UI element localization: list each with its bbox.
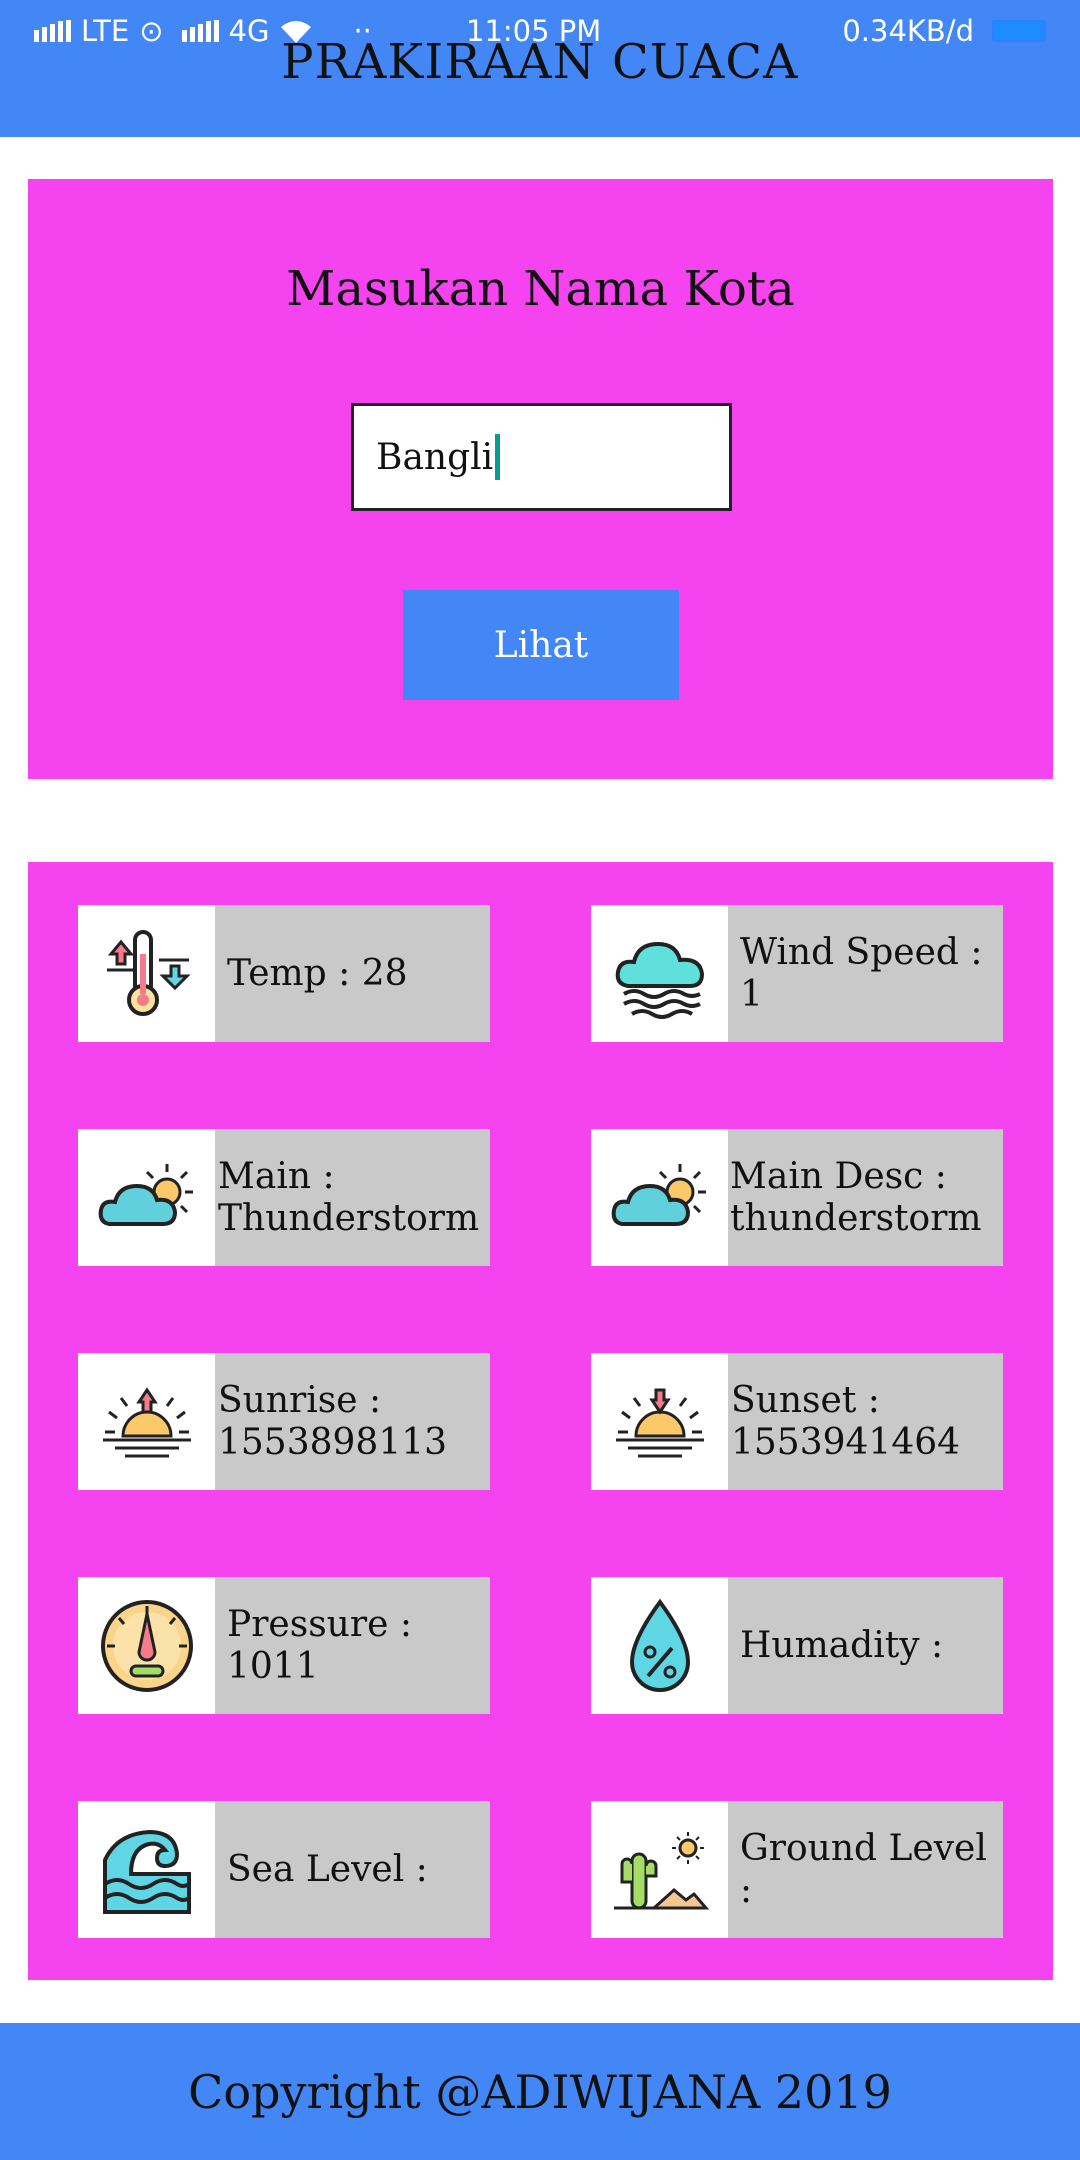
city-input-value: Bangli: [376, 436, 494, 478]
sunrise-label: Sunrise : 1553898113: [218, 1380, 448, 1463]
partly-cloudy-icon: [611, 1163, 706, 1226]
pressure-card: Pressure : 1011: [78, 1577, 490, 1714]
app-header: LTE ⊙ 4G ·· 11:05 PM 0.34KB/d PRAKIRAAN …: [0, 0, 1080, 137]
text-caret: [495, 434, 501, 480]
gauge-icon: [100, 1599, 193, 1692]
results-panel: Temp : 28 Wind Speed : 1 Main: Thunders…: [28, 862, 1053, 1980]
search-panel: Masukan Nama Kota Bangli Lihat: [28, 179, 1053, 779]
sunrise-icon: [102, 1386, 191, 1457]
humidity-label: Humadity :: [740, 1624, 944, 1666]
wind-card: Wind Speed : 1: [591, 905, 1003, 1042]
main-card: Main : Thunderstorm: [78, 1129, 490, 1266]
city-input[interactable]: Bangli: [351, 403, 732, 511]
sunset-icon: [615, 1388, 704, 1457]
wind-label: Wind Speed : 1: [740, 932, 983, 1015]
temp-label: Temp : 28: [227, 952, 408, 994]
pressure-label: Pressure : 1011: [227, 1604, 412, 1687]
footer: Copyright @ADIWIJANA 2019: [0, 2023, 1080, 2160]
sunrise-card: Sunrise : 1553898113: [78, 1353, 490, 1490]
sunset-label: Sunset : 1553941464: [731, 1380, 961, 1463]
main-desc-label: Main Desc : thunderstorm: [730, 1156, 982, 1239]
temp-card: Temp : 28: [78, 905, 490, 1042]
wind-cloud-icon: [615, 941, 704, 1019]
ground-level-label: Ground Level :: [740, 1828, 987, 1911]
sunset-card: Sunset : 1553941464: [591, 1353, 1003, 1490]
sea-level-card: Sea Level :: [78, 1801, 490, 1938]
desert-cactus-icon: [613, 1831, 709, 1909]
sea-level-label: Sea Level :: [227, 1848, 428, 1890]
main-label: Main : Thunderstorm: [218, 1156, 480, 1239]
partly-cloudy-icon: [98, 1163, 193, 1226]
thermometer-icon: [106, 929, 191, 1016]
ground-level-card: Ground Level :: [591, 1801, 1003, 1938]
humidity-drop-icon: [629, 1598, 690, 1692]
wave-icon: [102, 1829, 191, 1914]
copyright-text: Copyright @ADIWIJANA 2019: [188, 2064, 892, 2119]
search-heading: Masukan Nama Kota: [286, 261, 795, 317]
main-desc-card: Main Desc : thunderstorm: [591, 1129, 1003, 1266]
humidity-card: Humadity :: [591, 1577, 1003, 1714]
page-title: PRAKIRAAN CUACA: [281, 34, 799, 90]
lihat-button[interactable]: Lihat: [403, 590, 679, 700]
